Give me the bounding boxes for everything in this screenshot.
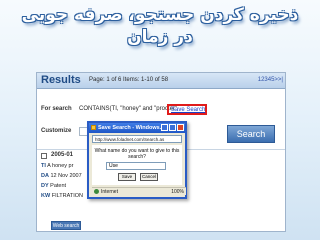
kw-value: FILTRATION (51, 193, 83, 199)
close-icon[interactable] (177, 124, 184, 131)
da-label: DA (41, 173, 49, 179)
results-title: Results (41, 74, 81, 86)
web-search-button[interactable]: Web search (51, 221, 81, 230)
save-search-dialog: Save Search - Windows... http://www.fola… (87, 121, 187, 199)
status-text: Internet (101, 189, 118, 195)
heading-line-1: ذخیره کردن جستجو، صرفه جویی (21, 5, 299, 25)
search-query: CONTAINS(TI, "honey" and "procter" (79, 106, 178, 112)
ti-value[interactable]: A honey pr (47, 163, 73, 169)
search-results-screenshot: Results Page: 1 of 6 Items: 1-10 of 58 1… (36, 72, 286, 232)
dialog-title: Save Search - Windows... (98, 125, 165, 131)
dialog-body: What name do you want to give to this se… (92, 145, 182, 185)
window-app-icon (91, 125, 96, 130)
maximize-icon[interactable] (169, 124, 176, 131)
record-keyword-line: KW FILTRATION (41, 193, 83, 199)
internet-zone-icon (94, 189, 99, 195)
record-checkbox[interactable] (41, 153, 47, 159)
slide-heading: ذخیره کردن جستجو، صرفه جویی در زمان (0, 4, 320, 64)
dialog-question: What name do you want to give to this se… (94, 148, 180, 160)
dialog-titlebar: Save Search - Windows... (89, 123, 185, 133)
zoom-level[interactable]: 100% (171, 188, 184, 196)
customize-label: Customize (41, 128, 72, 134)
for-search-label: For search (41, 106, 72, 112)
heading-line-2: در زمان (127, 27, 193, 47)
minimize-icon[interactable] (161, 124, 168, 131)
pager-links[interactable]: 12345>>| (258, 77, 283, 83)
record-date: 2005-01 (51, 152, 74, 158)
record-date-line: DA 12 Nov 2007 (41, 173, 82, 179)
ti-label: TI (41, 163, 46, 169)
search-button[interactable]: Search (227, 125, 275, 143)
results-header: Results Page: 1 of 6 Items: 1-10 of 58 1… (37, 73, 285, 89)
page-info: Page: 1 of 6 Items: 1-10 of 58 (89, 77, 169, 83)
save-button[interactable]: Save (118, 173, 136, 181)
record-type-line: DY Patent (41, 183, 66, 189)
cancel-button[interactable]: Cancel (140, 173, 158, 181)
da-value: 12 Nov 2007 (50, 173, 82, 179)
dp-label: DY (41, 183, 49, 189)
window-controls (160, 124, 184, 134)
record-title-line: TI A honey pr (41, 163, 73, 169)
kw-label: KW (41, 193, 51, 199)
search-name-input[interactable]: Use (106, 162, 166, 170)
dp-value: Patent (50, 183, 67, 189)
save-search-link[interactable]: Save Search (167, 104, 207, 115)
dialog-status-bar: Internet 100% (92, 187, 186, 195)
dialog-url-bar: http://www.foladnet.com/Search.as (92, 135, 182, 143)
